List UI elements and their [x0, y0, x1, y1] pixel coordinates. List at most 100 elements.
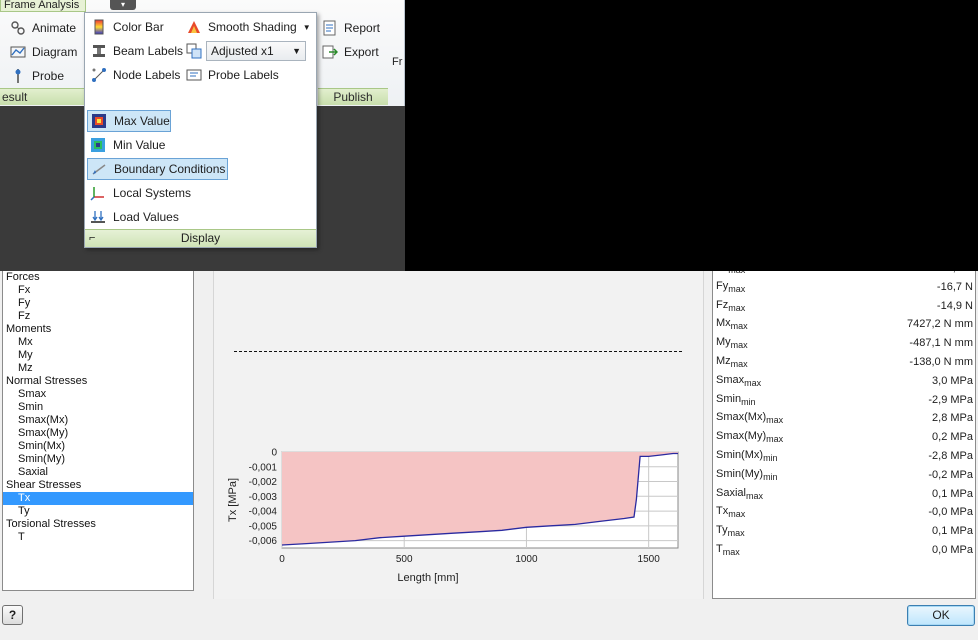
- probe-icon: [10, 68, 26, 84]
- animate-button[interactable]: Animate: [10, 18, 76, 38]
- tree-item-normal-stresses[interactable]: Normal Stresses: [3, 375, 193, 388]
- value-name-subscript: max: [722, 547, 740, 557]
- value-row: Txmax -0,0 MPa: [713, 502, 975, 521]
- value-name: Mxmax: [716, 317, 748, 331]
- tree-item-shear-stresses[interactable]: Shear Stresses: [3, 479, 193, 492]
- tree-item-mz[interactable]: Mz: [3, 362, 193, 375]
- value-name: Smaxmax: [716, 374, 761, 388]
- beam-line: [234, 351, 682, 352]
- report-button[interactable]: Report: [322, 18, 380, 38]
- report-label: Report: [344, 21, 381, 35]
- help-button[interactable]: ?: [2, 605, 23, 625]
- menu-item-local-systems[interactable]: Local Systems: [87, 182, 191, 204]
- tree-item-tx[interactable]: Tx: [3, 492, 193, 505]
- tree-item-moments[interactable]: Moments: [3, 323, 193, 336]
- scale-select[interactable]: Adjusted x1 ▼: [206, 41, 306, 61]
- diagram-icon: [10, 44, 26, 60]
- tree-item-fy[interactable]: Fy: [3, 297, 193, 310]
- quick-access-dropdown[interactable]: ▾: [110, 0, 136, 10]
- y-tick-label: -0,001: [249, 462, 278, 473]
- chevron-down-icon: ▼: [292, 46, 301, 56]
- value-name-base: Fx: [716, 271, 728, 273]
- menu-item-load-values[interactable]: Load Values: [87, 206, 179, 228]
- value-name-subscript: max: [730, 359, 748, 369]
- scale-select-value: Adjusted x1: [211, 44, 274, 58]
- value-row: Mxmax 7427,2 N mm: [713, 314, 975, 333]
- value-name-base: Mz: [716, 355, 731, 367]
- export-button[interactable]: Export: [322, 42, 379, 62]
- value-name-subscript: max: [727, 528, 745, 539]
- probe-button[interactable]: Probe: [10, 66, 64, 86]
- value-row: Fymax -16,7 N: [713, 277, 975, 296]
- animate-icon: [10, 20, 26, 36]
- tab-frame-analysis[interactable]: Frame Analysis: [0, 0, 86, 12]
- value-amount: -0,2 MPa: [928, 468, 973, 481]
- tree-item-forces[interactable]: Forces: [3, 271, 193, 284]
- y-axis-label: Tx [MPa]: [227, 478, 239, 522]
- value-amount: -2,8 MPa: [928, 450, 973, 462]
- tree-item-fz[interactable]: Fz: [3, 310, 193, 323]
- value-name-base: Mx: [716, 317, 731, 330]
- value-name-subscript: max: [730, 340, 748, 351]
- value-name: Sminmin: [716, 393, 756, 407]
- publish-group-label: Publish: [318, 88, 388, 105]
- diagram-button[interactable]: Diagram: [10, 42, 77, 62]
- tree-item-saxial[interactable]: Saxial: [3, 466, 193, 479]
- value-name-subscript: max: [730, 321, 748, 332]
- menu-item-boundary-conditions[interactable]: Boundary Conditions: [87, 158, 228, 180]
- value-name: Tymax: [716, 524, 745, 538]
- tree-item-smax-my[interactable]: Smax(My): [3, 427, 193, 440]
- menu-item-max-value[interactable]: Max Value: [87, 110, 171, 132]
- value-name-subscript: max: [766, 434, 784, 445]
- animate-label: Animate: [32, 21, 77, 35]
- beam-labels-button[interactable]: Beam Labels: [91, 41, 183, 61]
- black-background: [405, 0, 978, 271]
- value-row: Sminmin -2,9 MPa: [713, 390, 975, 409]
- tree-item-smax-mx[interactable]: Smax(Mx): [3, 414, 193, 427]
- probe-labels-button[interactable]: Probe Labels: [186, 65, 279, 85]
- ok-button[interactable]: OK: [907, 605, 975, 626]
- tree-item-mx[interactable]: Mx: [3, 336, 193, 349]
- value-name: Smax(My)max: [716, 430, 783, 444]
- x-tick-label: 1500: [638, 554, 661, 565]
- value-row: Tmax 0,0 MPa: [713, 540, 975, 559]
- tree-item-smin-my[interactable]: Smin(My): [3, 453, 193, 466]
- max-value-icon: [91, 113, 107, 129]
- dialog-launcher-icon[interactable]: ⌐: [89, 230, 95, 247]
- tree-item-t[interactable]: T: [3, 531, 193, 544]
- diagram-label: Diagram: [32, 45, 78, 59]
- tree-item-fx[interactable]: Fx: [3, 284, 193, 297]
- value-name-base: Saxial: [716, 486, 746, 499]
- value-amount: -16,7 N: [936, 280, 973, 293]
- menu-item-label: Boundary Conditions: [114, 162, 226, 176]
- smooth-shading-dropdown[interactable]: Smooth Shading ▼: [186, 17, 311, 37]
- menu-item-label: Min Value: [113, 138, 166, 152]
- y-tick-label: 0: [271, 448, 277, 459]
- tree-item-smin-mx[interactable]: Smin(Mx): [3, 440, 193, 453]
- color-bar-icon: [91, 19, 107, 35]
- probe-labels-label: Probe Labels: [208, 68, 279, 82]
- value-name-base: Smax: [716, 373, 745, 386]
- result-type-tree: Forces Fx Fy Fz Moments Mx My Mz Normal …: [2, 271, 194, 591]
- node-labels-icon: [91, 67, 107, 83]
- tree-item-smax[interactable]: Smax: [3, 388, 193, 401]
- smooth-shading-icon: [186, 19, 202, 35]
- boundary-conditions-icon: [91, 161, 107, 177]
- menu-item-label: Max Value: [114, 114, 170, 128]
- value-name-subscript: max: [728, 302, 746, 313]
- value-amount: 0,0 MPa: [932, 544, 973, 556]
- tree-item-my[interactable]: My: [3, 349, 193, 362]
- result-group-label: esult: [0, 88, 84, 105]
- value-row: Smaxmax 3,0 MPa: [713, 371, 975, 390]
- menu-item-min-value[interactable]: Min Value: [87, 134, 165, 156]
- value-amount: -0,0 MPa: [928, 506, 973, 519]
- tree-item-ty[interactable]: Ty: [3, 505, 193, 518]
- value-amount: 7427,2 N mm: [906, 318, 973, 331]
- value-amount: 0,1 MPa: [932, 487, 973, 500]
- node-labels-button[interactable]: Node Labels: [91, 65, 180, 85]
- color-bar-button[interactable]: Color Bar: [91, 17, 164, 37]
- y-tick-label: -0,002: [249, 477, 278, 488]
- x-tick-label: 500: [396, 554, 413, 565]
- tree-item-smin[interactable]: Smin: [3, 401, 193, 414]
- tree-item-torsional-stresses[interactable]: Torsional Stresses: [3, 518, 193, 531]
